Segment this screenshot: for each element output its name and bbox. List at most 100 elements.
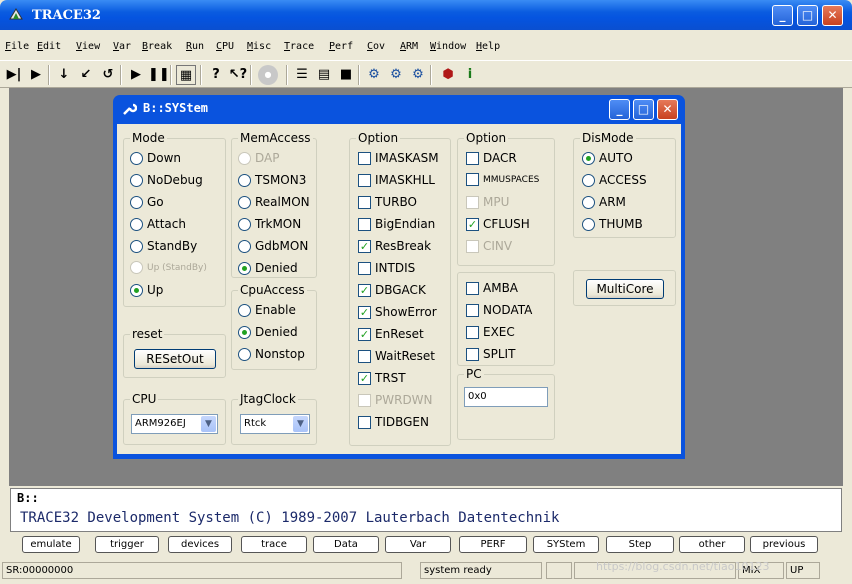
step-return-icon[interactable]: ↙ [76, 65, 96, 85]
mode-up-radio[interactable]: Up [130, 283, 163, 297]
command-prompt[interactable]: B:: [17, 491, 39, 505]
dialog-close-button[interactable]: ✕ [657, 99, 678, 120]
cpuaccess-nonstop-radio[interactable]: Nonstop [238, 347, 305, 361]
dismode-auto-radio[interactable]: AUTO [582, 151, 633, 165]
resbreak-checkbox[interactable]: ✓ ResBreak [358, 239, 431, 253]
dismode-access-radio[interactable]: ACCESS [582, 173, 647, 187]
break-icon[interactable]: ❚❚ [148, 65, 170, 85]
split-checkbox[interactable]: SPLIT [466, 347, 515, 361]
go-icon[interactable]: ▶ [126, 65, 146, 85]
mode-go-radio[interactable]: Go [130, 195, 164, 209]
softkey-other[interactable]: other [679, 536, 745, 553]
register-window-icon[interactable]: ▤ [314, 65, 334, 85]
memaccess-trkmon-radio[interactable]: TrkMON [238, 217, 301, 231]
step-over-icon[interactable]: ▶ [26, 65, 46, 85]
memaccess-realmon-radio[interactable]: RealMON [238, 195, 310, 209]
list-window-icon[interactable]: ☰ [292, 65, 312, 85]
mpu-checkbox: MPU [466, 195, 509, 209]
memaccess-denied-radio[interactable]: Denied [238, 261, 298, 275]
cpuaccess-enable-radio[interactable]: Enable [238, 303, 296, 317]
menu-view[interactable]: View [76, 41, 100, 52]
dacr-checkbox[interactable]: DACR [466, 151, 517, 165]
cpu-select[interactable]: ARM926EJ ▼ [131, 414, 218, 434]
close-button[interactable]: ✕ [822, 5, 843, 26]
bigendian-checkbox[interactable]: BigEndian [358, 217, 435, 231]
softkey-trace[interactable]: trace [241, 536, 307, 553]
dialog-minimize-button[interactable]: _ [609, 99, 630, 120]
softkey-system[interactable]: SYStem [533, 536, 599, 553]
softkey-trigger[interactable]: trigger [95, 536, 159, 553]
menu-var[interactable]: Var [113, 41, 131, 52]
menu-arm[interactable]: ARM [400, 41, 418, 52]
dialog-maximize-button[interactable]: □ [633, 99, 654, 120]
command-area[interactable]: B:: TRACE32 Development System (C) 1989-… [10, 488, 842, 532]
dismode-thumb-radio[interactable]: THUMB [582, 217, 643, 231]
exec-checkbox[interactable]: EXEC [466, 325, 515, 339]
softkey-var[interactable]: Var [385, 536, 451, 553]
info-icon[interactable]: i [460, 65, 480, 85]
softkey-emulate[interactable]: emulate [22, 536, 80, 553]
trace-chart-icon[interactable]: ⚙ [386, 65, 406, 85]
memaccess-gdbmon-radio[interactable]: GdbMON [238, 239, 308, 253]
menu-window[interactable]: Window [430, 41, 466, 52]
menu-file[interactable]: File [5, 41, 29, 52]
menu-break[interactable]: Break [142, 41, 172, 52]
intdis-checkbox[interactable]: INTDIS [358, 261, 415, 275]
tidbgen-checkbox[interactable]: TIDBGEN [358, 415, 429, 429]
context-help-icon[interactable]: ↖? [228, 65, 248, 85]
checkbox-indicator [358, 349, 371, 363]
menu-run[interactable]: Run [186, 41, 204, 52]
minimize-button[interactable]: _ [772, 5, 793, 26]
menu-cov[interactable]: Cov [367, 41, 385, 52]
trace-list-icon[interactable]: ⚙ [364, 65, 384, 85]
chevron-down-icon[interactable]: ▼ [201, 416, 216, 432]
turbo-checkbox[interactable]: TURBO [358, 195, 417, 209]
step-down-icon[interactable]: ↓ [54, 65, 74, 85]
enreset-checkbox[interactable]: ✓ EnReset [358, 327, 424, 341]
menu-trace[interactable]: Trace [284, 41, 314, 52]
mmuspaces-checkbox[interactable]: MMUSPACES [466, 173, 539, 186]
cpuaccess-denied-radio[interactable]: Denied [238, 325, 298, 339]
waitreset-checkbox[interactable]: WaitReset [358, 349, 435, 363]
mode-attach-radio[interactable]: Attach [130, 217, 186, 231]
menu-help[interactable]: Help [476, 41, 500, 52]
amba-checkbox[interactable]: AMBA [466, 281, 518, 295]
step-into-icon[interactable]: ▶| [4, 65, 24, 85]
memory-window-icon[interactable]: ■ [336, 65, 356, 85]
mode-standby-radio[interactable]: StandBy [130, 239, 197, 253]
nodata-checkbox[interactable]: NODATA [466, 303, 532, 317]
mode-down-radio[interactable]: Down [130, 151, 181, 165]
menu-edit[interactable]: Edit [37, 41, 61, 52]
menu-perf[interactable]: Perf [329, 41, 353, 52]
menu-cpu[interactable]: CPU [216, 41, 234, 52]
chevron-down-icon[interactable]: ▼ [293, 416, 308, 432]
help-icon[interactable]: ? [206, 65, 226, 85]
maximize-button[interactable]: □ [797, 5, 818, 26]
jtagclock-select[interactable]: Rtck ▼ [240, 414, 310, 434]
stop-icon[interactable]: ● [258, 65, 278, 85]
menu-misc[interactable]: Misc [247, 41, 271, 52]
memaccess-tsmon3-radio[interactable]: TSMON3 [238, 173, 306, 187]
system-settings-icon[interactable]: ▦ [176, 65, 196, 85]
pc-input[interactable]: 0x0 [464, 387, 548, 407]
trst-checkbox[interactable]: ✓ TRST [358, 371, 406, 385]
dismode-arm-radio[interactable]: ARM [582, 195, 626, 209]
cpu-icon[interactable]: ⬢ [438, 65, 458, 85]
showerror-checkbox[interactable]: ✓ ShowError [358, 305, 437, 319]
softkey-devices[interactable]: devices [168, 536, 232, 553]
multicore-button[interactable]: MultiCore [586, 279, 664, 299]
reset-out-button[interactable]: RESetOut [134, 349, 216, 369]
system-dialog[interactable]: B::SYStem _ □ ✕ Mode Down NoDebug Go Att… [113, 95, 685, 459]
undo-icon[interactable]: ↺ [98, 65, 118, 85]
softkey-step[interactable]: Step [606, 536, 674, 553]
softkey-previous[interactable]: previous [750, 536, 818, 553]
cflush-checkbox[interactable]: ✓ CFLUSH [466, 217, 530, 231]
softkey-data[interactable]: Data [313, 536, 379, 553]
mode-nodebug-radio[interactable]: NoDebug [130, 173, 203, 187]
trace-profile-icon[interactable]: ⚙ [408, 65, 428, 85]
imaskasm-checkbox[interactable]: IMASKASM [358, 151, 439, 165]
dbgack-checkbox[interactable]: ✓ DBGACK [358, 283, 426, 297]
softkey-perf[interactable]: PERF [459, 536, 527, 553]
imaskhll-checkbox[interactable]: IMASKHLL [358, 173, 435, 187]
main-title-bar[interactable]: TRACE32 _ □ ✕ [0, 0, 852, 30]
